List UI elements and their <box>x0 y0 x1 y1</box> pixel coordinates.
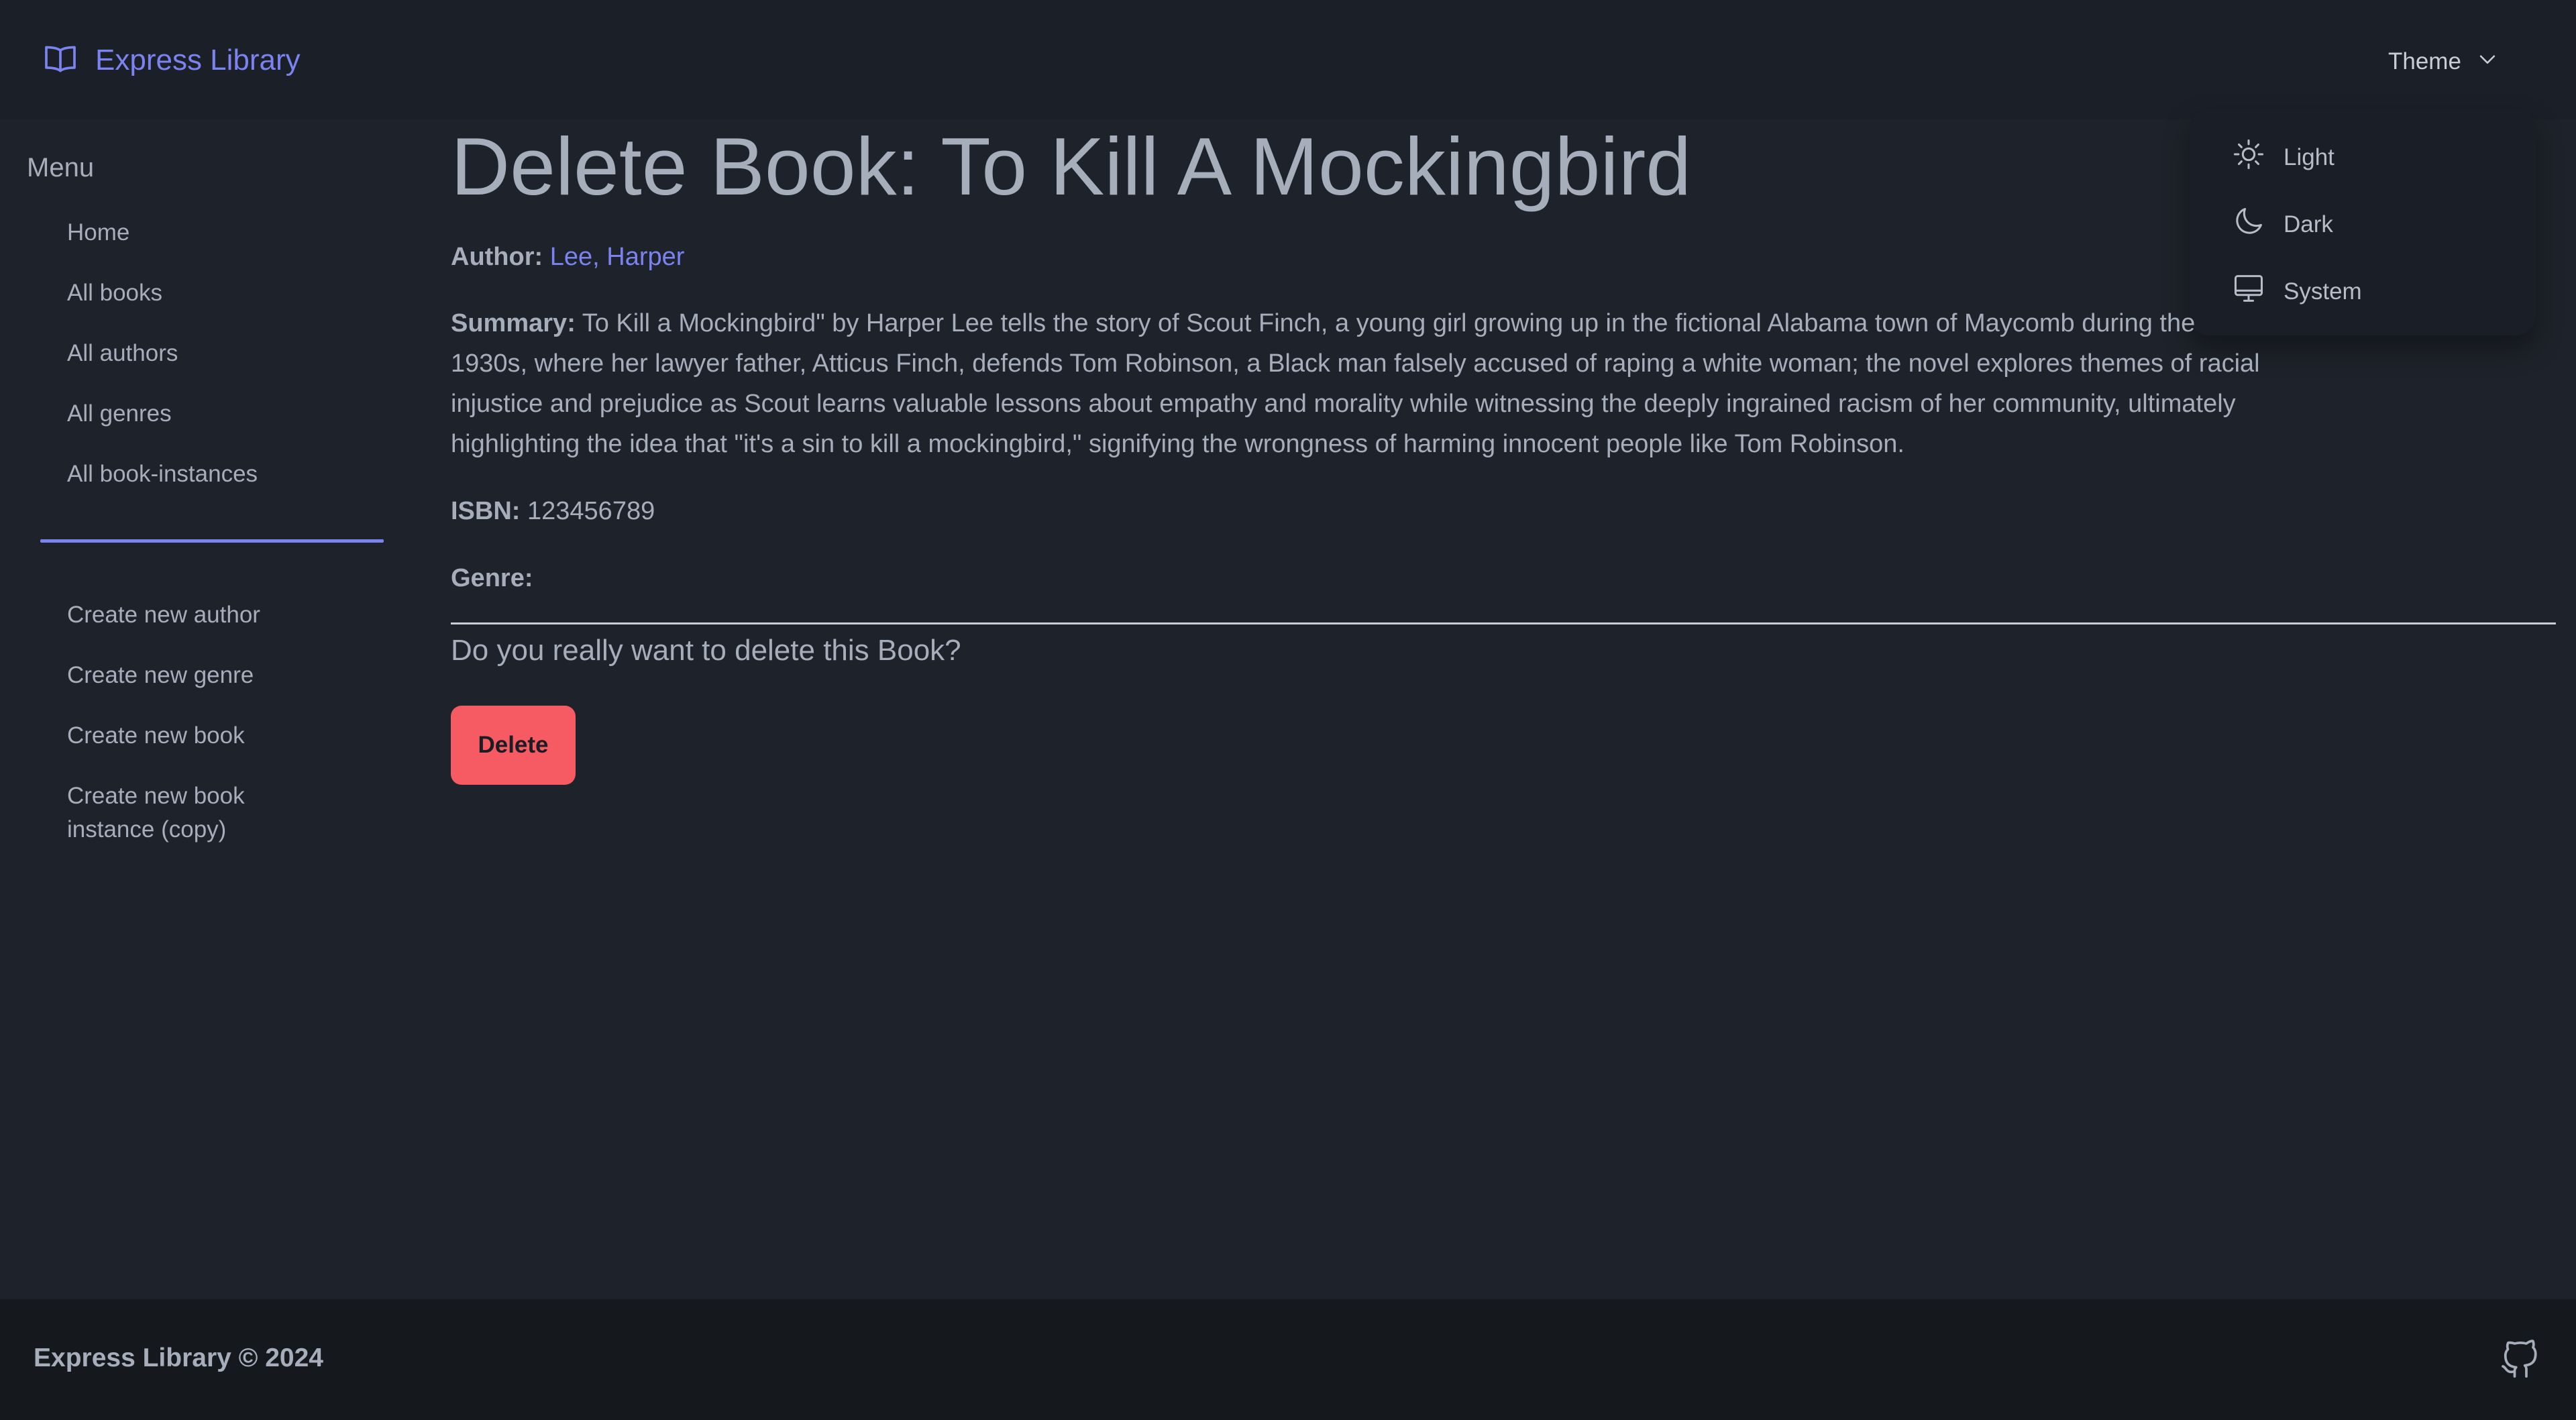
sidebar-divider <box>40 539 384 543</box>
sidebar-item-home[interactable]: Home <box>67 216 335 250</box>
genre-field: Genre: <box>451 558 533 598</box>
genre-label: Genre: <box>451 564 533 592</box>
sidebar-title: Menu <box>27 153 95 182</box>
sidebar-item-all-genres[interactable]: All genres <box>67 397 335 431</box>
sidebar-item-create-book[interactable]: Create new book <box>67 719 335 753</box>
theme-option-light[interactable]: Light <box>2231 137 2334 178</box>
author-link[interactable]: Lee, Harper <box>550 243 685 271</box>
theme-menu: Light Dark System <box>2190 109 2536 335</box>
theme-label: Theme <box>2388 48 2461 74</box>
footer-copyright: Express Library © 2024 <box>34 1344 323 1372</box>
sidebar: Menu Home All books All authors All genr… <box>0 119 423 1300</box>
chevron-down-icon <box>2476 48 2499 76</box>
sidebar-item-create-genre[interactable]: Create new genre <box>67 659 335 692</box>
theme-dropdown-button[interactable]: Theme <box>2372 39 2515 85</box>
delete-button[interactable]: Delete <box>451 706 576 785</box>
sidebar-item-all-books[interactable]: All books <box>67 276 335 310</box>
isbn-value: 123456789 <box>527 497 655 525</box>
theme-option-label: Light <box>2284 144 2334 170</box>
divider <box>451 622 2556 624</box>
theme-option-dark[interactable]: Dark <box>2231 204 2333 245</box>
github-icon[interactable] <box>2500 1340 2540 1380</box>
sun-icon <box>2231 137 2266 178</box>
footer: Express Library © 2024 <box>0 1299 2576 1420</box>
summary-text: To Kill a Mockingbird" by Harper Lee tel… <box>451 309 2260 458</box>
author-field: Author: Lee, Harper <box>451 237 684 277</box>
page-title: Delete Book: To Kill A Mockingbird <box>451 121 1692 212</box>
brand-link[interactable]: Express Library <box>42 40 301 80</box>
isbn-field: ISBN: 123456789 <box>451 491 655 531</box>
moon-icon <box>2231 204 2266 245</box>
sidebar-item-all-authors[interactable]: All authors <box>67 337 335 370</box>
navbar: Express Library Theme <box>0 0 2576 119</box>
theme-option-label: System <box>2284 278 2362 305</box>
book-open-icon <box>42 40 79 81</box>
sidebar-item-create-author[interactable]: Create new author <box>67 598 335 632</box>
brand-title: Express Library <box>95 44 301 76</box>
summary-label: Summary: <box>451 309 576 337</box>
author-label: Author: <box>451 243 543 271</box>
summary-field: Summary: To Kill a Mockingbird" by Harpe… <box>451 303 2275 464</box>
sidebar-item-all-book-instances[interactable]: All book-instances <box>67 457 335 491</box>
isbn-label: ISBN: <box>451 497 521 525</box>
confirm-question: Do you really want to delete this Book? <box>451 634 961 667</box>
theme-option-label: Dark <box>2284 211 2333 237</box>
sidebar-item-create-book-instance[interactable]: Create new book instance (copy) <box>67 779 315 846</box>
